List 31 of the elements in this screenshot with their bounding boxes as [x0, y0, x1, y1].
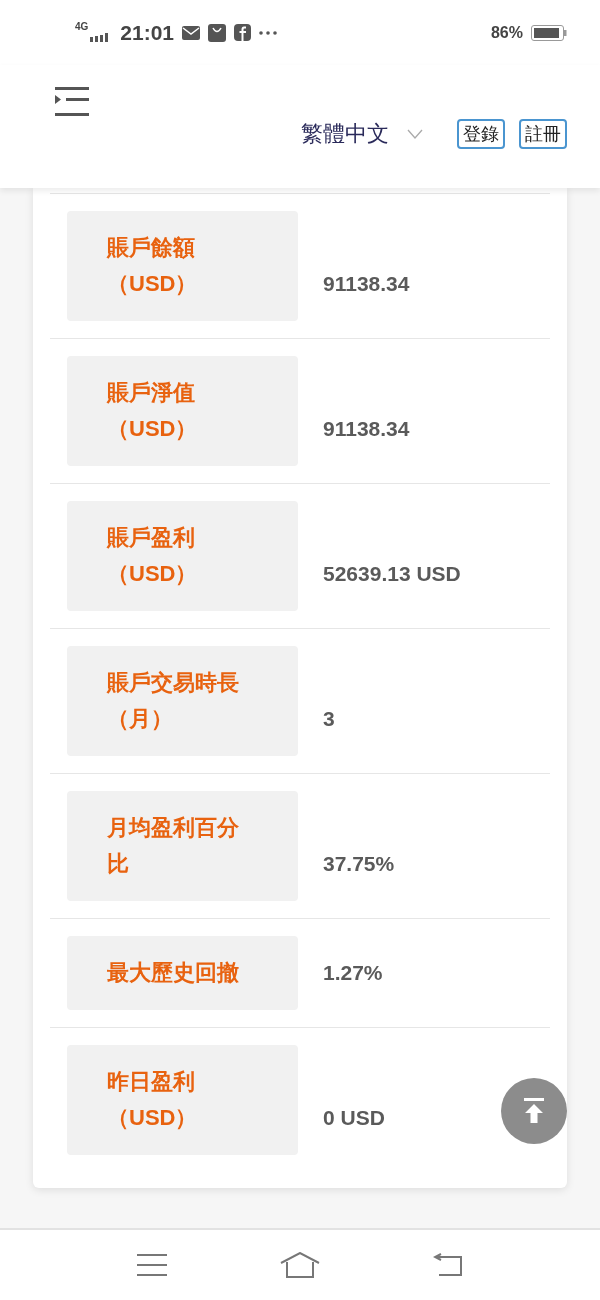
clock-time: 21:01: [120, 20, 175, 45]
back-icon[interactable]: [433, 1253, 464, 1277]
field-value: 1.27%: [323, 960, 383, 986]
field-value: 0 USD: [323, 1105, 385, 1131]
field-value: 37.75%: [323, 851, 395, 877]
field-label: 賬戶淨值（USD）: [67, 356, 298, 466]
facebook-icon: [234, 24, 252, 41]
menu-icon[interactable]: [55, 87, 89, 117]
battery-icon: [531, 24, 567, 41]
home-icon[interactable]: [280, 1252, 320, 1278]
register-button[interactable]: 註冊: [519, 119, 567, 149]
battery-percent: 86%: [490, 23, 523, 42]
shopping-bag-icon: [208, 23, 227, 42]
login-button[interactable]: 登錄: [457, 119, 505, 149]
field-value: 91138.34: [323, 271, 410, 297]
menu-icon[interactable]: [136, 1253, 167, 1277]
field-label: 賬戶交易時長（月）: [67, 646, 298, 756]
chevron-down-icon[interactable]: [407, 129, 423, 139]
field-label: 最大歷史回撤: [67, 936, 298, 1010]
mail-icon: [182, 25, 201, 40]
field-value: 3: [323, 706, 335, 732]
field-value: 52639.13 USD: [323, 561, 461, 587]
arrow-to-top-icon: [522, 1098, 546, 1124]
field-label: 賬戶盈利（USD）: [67, 501, 298, 611]
more-icon: [259, 30, 278, 35]
field-value: 91138.34: [323, 416, 410, 442]
network-type: 4G: [75, 21, 89, 32]
language-selector[interactable]: 繁體中文: [301, 119, 389, 149]
field-label: 賬戶餘額（USD）: [67, 211, 298, 321]
field-label: 月均盈利百分比: [67, 791, 298, 901]
field-label: 昨日盈利（USD）: [67, 1045, 298, 1155]
